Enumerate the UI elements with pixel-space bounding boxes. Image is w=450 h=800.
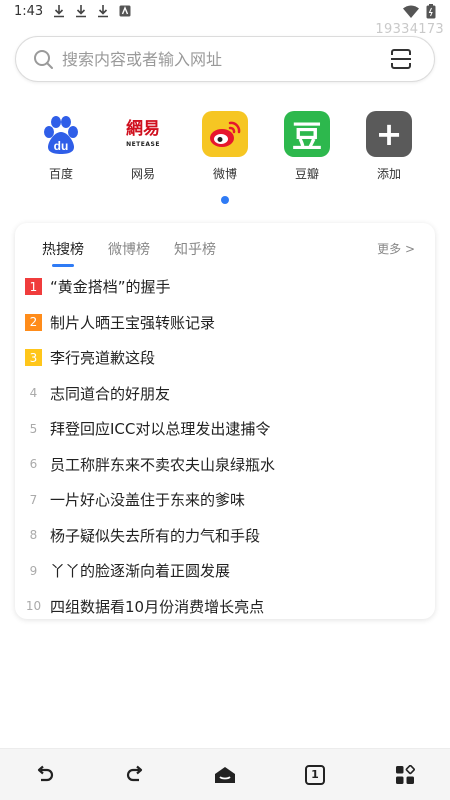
hot-list: 1 “黄金搭档”的握手 2 制片人晒王宝强转账记录 3 李行亮道歉这段 4 志同… (25, 269, 425, 624)
back-icon (37, 765, 54, 781)
app-notification-icon (119, 5, 131, 17)
bottom-nav-bar: 1 (0, 748, 450, 800)
shortcut-add[interactable]: + 添加 (358, 111, 420, 182)
hot-title: 李行亮道歉这段 (50, 349, 156, 368)
system-icons (402, 4, 436, 19)
back-button[interactable] (25, 755, 65, 795)
search-bar[interactable] (15, 36, 435, 82)
rank-number: 8 (29, 528, 38, 543)
baidu-icon: du (38, 111, 84, 157)
tab-count: 1 (311, 768, 319, 781)
rank-number: 9 (29, 563, 38, 578)
shortcut-douban[interactable]: 豆 豆瓣 (276, 111, 338, 182)
download-icon (76, 5, 86, 18)
home-icon (215, 766, 235, 783)
search-input[interactable] (62, 47, 362, 71)
search-icon (34, 50, 53, 69)
download-icon (54, 5, 64, 18)
list-item[interactable]: 1 “黄金搭档”的握手 (25, 269, 425, 305)
shortcut-label: 百度 (48, 167, 73, 181)
rank-number: 5 (29, 421, 38, 436)
download-icon (98, 5, 108, 18)
scan-icon[interactable] (390, 48, 412, 70)
rank-number: 6 (29, 457, 38, 472)
weibo-icon (202, 111, 248, 157)
active-tab-indicator (52, 264, 74, 267)
hot-title: 丫丫的脸逐渐向着正圆发展 (50, 562, 231, 581)
tabs-icon: 1 (305, 764, 325, 785)
tab-zhihu[interactable]: 知乎榜 (174, 239, 216, 259)
hot-title: “黄金搭档”的握手 (50, 278, 171, 297)
wifi-icon (403, 5, 419, 18)
netease-logo-text: 網易 (126, 119, 160, 139)
tab-weibo[interactable]: 微博榜 (108, 239, 150, 259)
rank-number: 10 (25, 599, 42, 614)
more-link[interactable]: 更多 > (377, 240, 415, 257)
hot-title: 员工称胖东来不卖农夫山泉绿瓶水 (50, 455, 276, 474)
shortcut-label: 微博 (212, 167, 237, 181)
netease-icon: 網易 NETEASE (120, 111, 166, 157)
svg-text:du: du (54, 139, 69, 153)
list-item[interactable]: 5 拜登回应ICC对以总理发出逮捕令 (25, 411, 425, 447)
hot-title: 制片人晒王宝强转账记录 (50, 313, 216, 332)
shortcut-label: 网易 (130, 167, 155, 181)
tab-hot-search[interactable]: 热搜榜 (42, 239, 84, 267)
watermark-number: 19334173 (375, 22, 444, 37)
hot-title: 志同道合的好朋友 (50, 384, 171, 403)
rank-number: 7 (29, 492, 38, 507)
notification-icons (52, 4, 132, 18)
shortcut-grid: du 百度 網易 NETEASE 网易 微博 豆 豆瓣 + 添加 (30, 111, 420, 182)
add-icon: + (366, 111, 412, 157)
forward-icon (126, 765, 143, 781)
list-item[interactable]: 6 员工称胖东来不卖农夫山泉绿瓶水 (25, 447, 425, 483)
hot-title: 拜登回应ICC对以总理发出逮捕令 (50, 420, 271, 439)
list-item[interactable]: 4 志同道合的好朋友 (25, 376, 425, 412)
rank-badge: 1 (25, 278, 42, 296)
shortcut-netease[interactable]: 網易 NETEASE 网易 (112, 111, 174, 182)
menu-icon (396, 764, 415, 784)
shortcut-label: 添加 (376, 167, 401, 181)
shortcut-weibo[interactable]: 微博 (194, 111, 256, 182)
netease-logo-sub: NETEASE (126, 141, 160, 148)
list-item[interactable]: 8 杨子疑似失去所有的力气和手段 (25, 518, 425, 554)
home-button[interactable] (205, 755, 245, 795)
douban-logo-text: 豆 (292, 120, 322, 155)
hot-title: 杨子疑似失去所有的力气和手段 (50, 526, 261, 545)
list-item[interactable]: 7 一片好心没盖住于东来的爹味 (25, 482, 425, 518)
rank-badge: 2 (25, 313, 42, 331)
shortcut-baidu[interactable]: du 百度 (30, 111, 92, 182)
menu-button[interactable] (385, 755, 425, 795)
status-bar: 1:43 19334173 (0, 0, 450, 37)
forward-button[interactable] (115, 755, 155, 795)
add-logo-text: + (375, 115, 403, 153)
battery-icon (426, 4, 436, 19)
shortcut-label: 豆瓣 (294, 167, 319, 181)
hot-title: 四组数据看10月份消费增长亮点 (50, 597, 265, 616)
tabs-button[interactable]: 1 (295, 755, 335, 795)
rank-badge: 3 (25, 349, 42, 367)
list-item[interactable]: 10 四组数据看10月份消费增长亮点 (25, 589, 425, 625)
list-item[interactable]: 2 制片人晒王宝强转账记录 (25, 305, 425, 341)
hot-list-card: 热搜榜 微博榜 知乎榜 更多 > 1 “黄金搭档”的握手 2 制片人晒王宝强转账… (15, 223, 435, 619)
tab-label: 热搜榜 (42, 242, 84, 258)
rank-number: 4 (29, 386, 38, 401)
list-item[interactable]: 3 李行亮道歉这段 (25, 340, 425, 376)
browser-home: 1:43 19334173 搜索内容或者输入网址 du 百度 網易 NETEAS… (0, 0, 450, 800)
page-indicator-dot (221, 196, 229, 204)
status-time: 1:43 (14, 4, 44, 19)
list-item[interactable]: 9 丫丫的脸逐渐向着正圆发展 (25, 553, 425, 589)
hot-title: 一片好心没盖住于东来的爹味 (50, 491, 246, 510)
hot-tabs: 热搜榜 微博榜 知乎榜 (42, 239, 216, 267)
douban-icon: 豆 (284, 111, 330, 157)
